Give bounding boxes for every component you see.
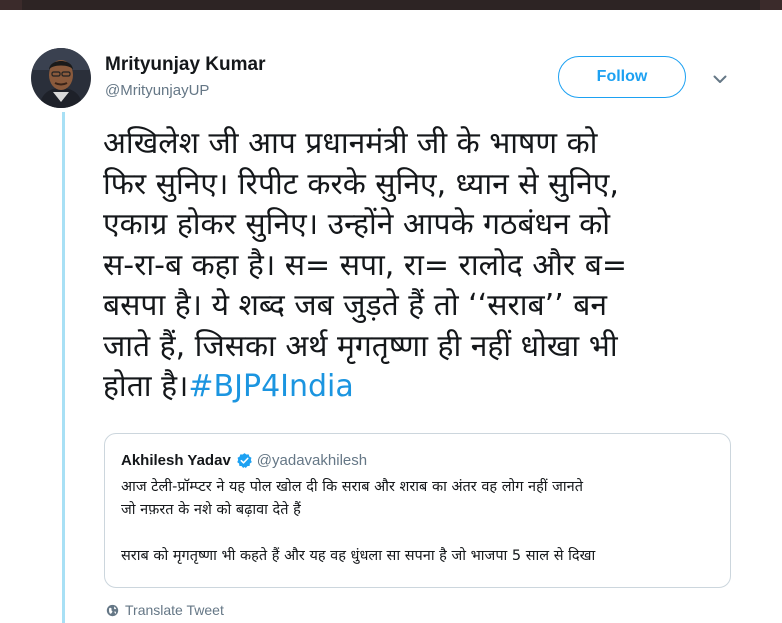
translate-tweet-label: Translate Tweet [125, 602, 224, 618]
quoted-text-line: सराब को मृगतृष्णा भी कहते हैं और यह वह ध… [121, 548, 596, 564]
tweet-text-last-line: होता है।#BJP4India [103, 367, 763, 408]
quoted-author-name: Akhilesh Yadav [121, 452, 231, 469]
follow-button[interactable]: Follow [558, 56, 686, 98]
tweet-text-line: जाते हैं, जिसका अर्थ मृगतृष्णा ही नहीं ध… [103, 328, 618, 364]
tweet-text-line: अखिलेश जी आप प्रधानमंत्री जी के भाषण को [103, 126, 598, 161]
avatar-image [31, 48, 91, 108]
quoted-text-line [121, 522, 721, 545]
thread-line [62, 112, 65, 623]
quoted-author-handle: @yadavakhilesh [256, 452, 368, 469]
quoted-text-line: जो नफ़रत के नशे को बढ़ावा देते हैं [121, 502, 301, 518]
tweet-text-line: एकाग्र होकर सुनिए। उन्होंने आपके गठबंधन … [103, 207, 611, 242]
quoted-text-line: आज टेली-प्रॉम्प्टर ने यह पोल खोल दी कि स… [121, 479, 583, 495]
verified-badge-icon [236, 452, 253, 469]
tweet-text-line: स-रा-ब कहा है। स= सपा, रा= रालोद और ब= [103, 247, 627, 283]
tweet-text: अखिलेश जी आप प्रधानमंत्री जी के भाषण को … [103, 124, 763, 408]
tweet-text-line: फिर सुनिए। रिपीट करके सुनिए, ध्यान से सु… [103, 166, 619, 202]
translate-tweet-link[interactable]: Translate Tweet [106, 602, 224, 618]
author-handle[interactable]: @MrityunjayUP [105, 82, 209, 99]
top-banner-strip-inner [22, 0, 760, 10]
hashtag-link[interactable]: #BJP4India [188, 369, 353, 404]
tweet-text-line: होता है। [103, 369, 189, 404]
top-banner-strip [0, 0, 782, 10]
quoted-tweet-text: आज टेली-प्रॉम्प्टर ने यह पोल खोल दी कि स… [121, 476, 721, 568]
avatar[interactable] [31, 48, 91, 108]
quoted-tweet-card[interactable]: Akhilesh Yadav @yadavakhilesh आज टेली-प्… [104, 433, 731, 588]
quoted-tweet-author: Akhilesh Yadav @yadavakhilesh [121, 452, 367, 469]
chevron-down-icon[interactable] [708, 70, 732, 88]
tweet-text-line: बसपा है। ये शब्द जब जुड़ते हैं तो ‘‘सराब… [103, 288, 608, 323]
author-display-name[interactable]: Mrityunjay Kumar [105, 54, 265, 76]
globe-icon [106, 604, 119, 617]
